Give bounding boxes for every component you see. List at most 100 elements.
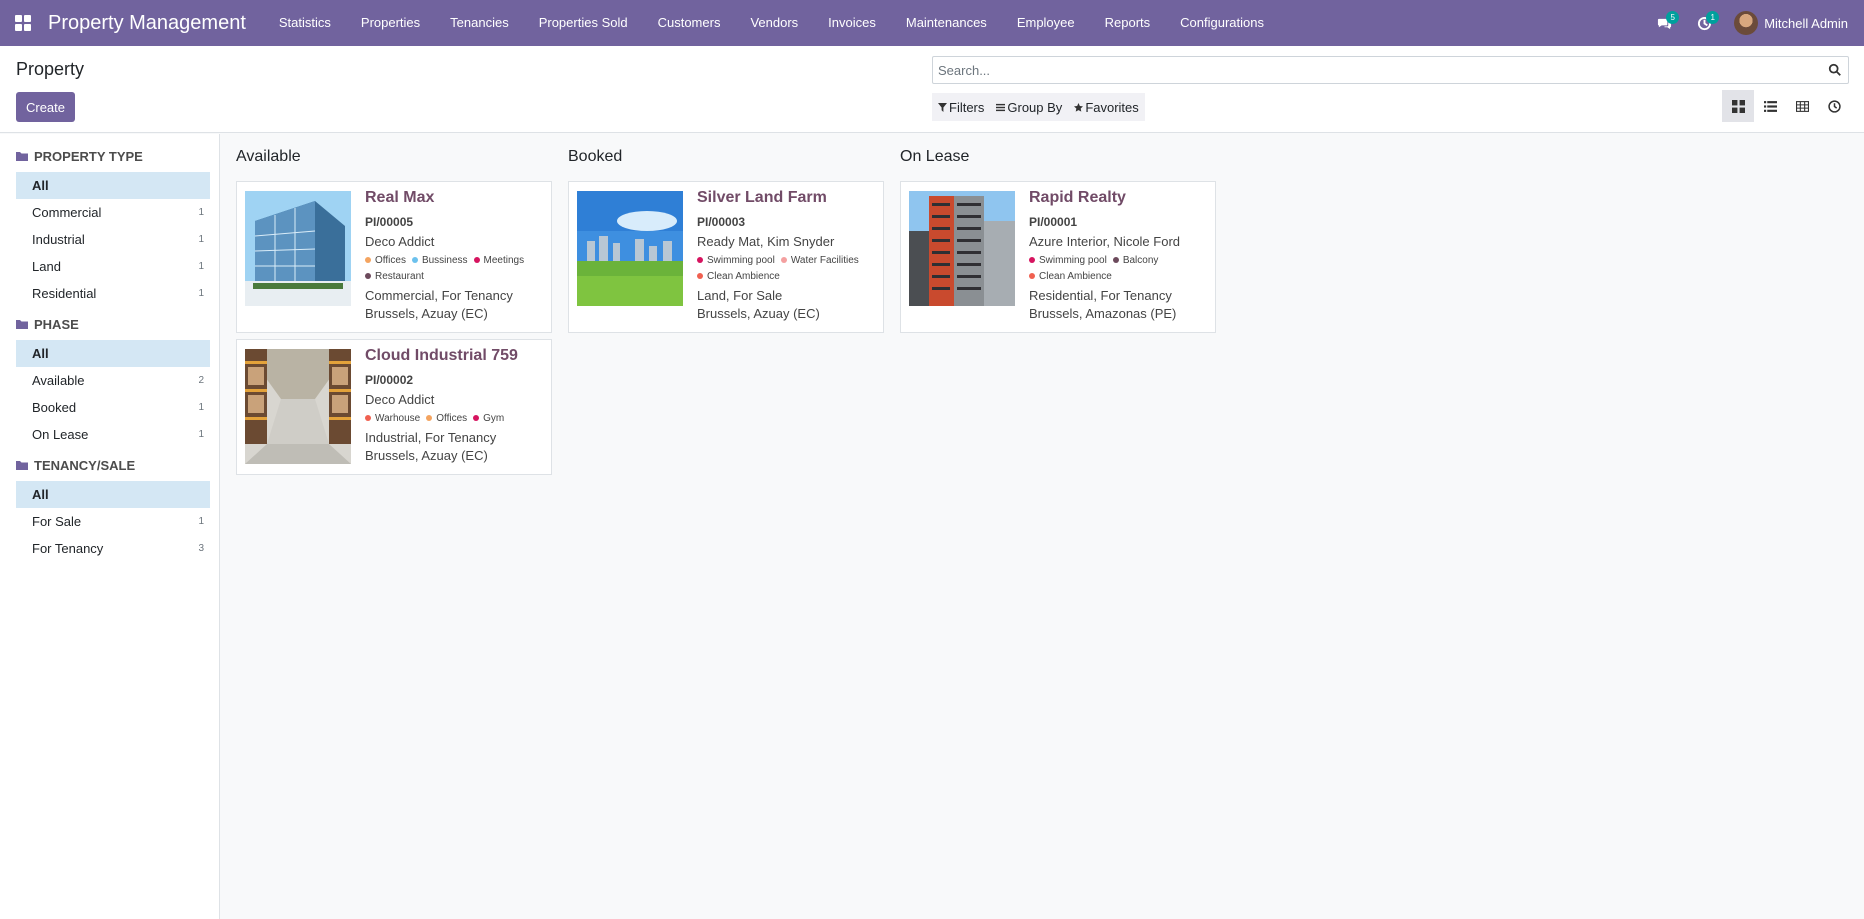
pivot-view-button[interactable] xyxy=(1786,90,1818,122)
menu-item-reports[interactable]: Reports xyxy=(1090,0,1166,46)
property-location: Brussels, Azuay (EC) xyxy=(365,448,488,463)
property-image xyxy=(909,191,1015,306)
tag-label: Clean Ambience xyxy=(707,270,780,282)
filters-button[interactable]: Filters xyxy=(932,93,990,121)
menu-item-vendors[interactable]: Vendors xyxy=(735,0,813,46)
property-card[interactable]: Silver Land Farm PI/00003 Ready Mat, Kim… xyxy=(568,181,884,333)
property-location: Brussels, Amazonas (PE) xyxy=(1029,306,1177,321)
menu-item-invoices[interactable]: Invoices xyxy=(813,0,891,46)
folder-icon xyxy=(16,461,28,470)
menu-item-statistics[interactable]: Statistics xyxy=(264,0,346,46)
search-panel: PROPERTY TYPE All Commercial 1 Industrial… xyxy=(0,134,220,919)
property-card[interactable]: Real Max PI/00005 Deco Addict Offices Bu… xyxy=(236,181,552,333)
tag-list: Warhouse Offices Gym xyxy=(365,410,545,426)
tag-label: Bussiness xyxy=(421,254,468,266)
menu-item-properties-sold[interactable]: Properties Sold xyxy=(524,0,643,46)
tag-label: Restaurant xyxy=(375,270,424,282)
app-title[interactable]: Property Management xyxy=(48,12,246,35)
tag-label: Offices xyxy=(375,254,406,266)
property-image xyxy=(245,191,351,306)
property-image xyxy=(577,191,683,306)
section-title: TENANCY/SALE xyxy=(0,456,219,475)
menu-item-maintenances[interactable]: Maintenances xyxy=(891,0,1002,46)
filter-count: 3 xyxy=(198,543,204,554)
filter-type-commercial[interactable]: Commercial 1 xyxy=(16,199,210,226)
user-menu[interactable]: Mitchell Admin xyxy=(1734,11,1848,35)
tag-list: Swimming pool Balcony Clean Ambience xyxy=(1029,252,1209,284)
card-body: Cloud Industrial 759 PI/00002 Deco Addic… xyxy=(365,340,551,474)
filter-label: On Lease xyxy=(32,427,89,442)
filter-phase-on-lease[interactable]: On Lease 1 xyxy=(16,421,210,448)
tag: Bussiness xyxy=(411,252,468,268)
list-view-button[interactable] xyxy=(1754,90,1786,122)
property-card[interactable]: Cloud Industrial 759 PI/00002 Deco Addic… xyxy=(236,339,552,475)
property-owner: Deco Addict xyxy=(365,392,435,407)
tag-dot xyxy=(365,415,371,421)
property-card[interactable]: Rapid Realty PI/00001 Azure Interior, Ni… xyxy=(900,181,1216,333)
card-body: Real Max PI/00005 Deco Addict Offices Bu… xyxy=(365,182,551,332)
filter-count: 1 xyxy=(198,234,204,245)
filter-label: For Sale xyxy=(32,514,82,529)
messaging-button[interactable]: 5 xyxy=(1644,0,1684,46)
section-title-label: PROPERTY TYPE xyxy=(34,149,143,164)
group-by-label: Group By xyxy=(1007,99,1063,115)
filter-phase-all[interactable]: All xyxy=(16,340,210,367)
menu-item-configurations[interactable]: Configurations xyxy=(1165,0,1279,46)
control-panel: Property Create Filters Group By Favorit… xyxy=(0,46,1864,133)
apps-grid-icon xyxy=(15,15,31,31)
tag: Gym xyxy=(473,410,504,426)
filter-type-all[interactable]: All xyxy=(16,172,210,199)
filter-type-residential[interactable]: Residential 1 xyxy=(16,280,210,307)
filter-phase-available[interactable]: Available 2 xyxy=(16,367,210,394)
tag: Warhouse xyxy=(365,410,420,426)
tag-dot xyxy=(473,257,480,263)
messages-badge: 5 xyxy=(1666,11,1680,24)
tag: Balcony xyxy=(1112,252,1158,268)
apps-menu-button[interactable] xyxy=(0,0,46,46)
filter-label: All xyxy=(32,346,49,361)
filter-sale-all[interactable]: All xyxy=(16,481,210,508)
column-title: On Lease xyxy=(900,148,970,165)
tag: Offices xyxy=(365,252,406,268)
property-name: Silver Land Farm xyxy=(697,189,827,206)
create-button[interactable]: Create xyxy=(16,92,75,122)
filter-count: 1 xyxy=(198,402,204,413)
menu-item-employee[interactable]: Employee xyxy=(1002,0,1090,46)
tag-dot xyxy=(1029,257,1035,263)
activities-button[interactable]: 1 xyxy=(1684,0,1724,46)
folder-icon xyxy=(16,320,28,329)
filter-type-land[interactable]: Land 1 xyxy=(16,253,210,280)
favorites-button[interactable]: Favorites xyxy=(1068,93,1144,121)
filter-type-industrial[interactable]: Industrial 1 xyxy=(16,226,210,253)
section-title-label: TENANCY/SALE xyxy=(34,458,136,473)
menu-item-properties[interactable]: Properties xyxy=(346,0,435,46)
menu-item-tenancies[interactable]: Tenancies xyxy=(435,0,524,46)
filter-count: 1 xyxy=(198,516,204,527)
systray: 5 1 Mitchell Admin xyxy=(1644,0,1864,46)
kanban-icon xyxy=(1731,99,1745,113)
property-owner: Azure Interior, Nicole Ford xyxy=(1029,234,1181,249)
filter-phase-booked[interactable]: Booked 1 xyxy=(16,394,210,421)
tag-dot xyxy=(1112,257,1119,263)
kanban-view-button[interactable] xyxy=(1722,90,1754,122)
property-location: Brussels, Azuay (EC) xyxy=(697,306,820,321)
tag-dot xyxy=(426,415,433,421)
tag-label: Warhouse xyxy=(375,412,421,424)
property-type-line: Residential, For Tenancy xyxy=(1029,288,1172,303)
tag: Water Facilities xyxy=(780,252,859,268)
filter-for-tenancy[interactable]: For Tenancy 3 xyxy=(16,535,210,562)
bars-icon xyxy=(996,103,1006,111)
tag: Swimming pool xyxy=(1029,252,1107,268)
filter-count: 2 xyxy=(198,375,204,386)
filter-for-sale[interactable]: For Sale 1 xyxy=(16,508,210,535)
tag-dot xyxy=(697,257,703,263)
menu-item-customers[interactable]: Customers xyxy=(643,0,736,46)
search-options: Filters Group By Favorites xyxy=(932,93,1145,121)
property-name: Rapid Realty xyxy=(1029,189,1126,206)
search-icon[interactable] xyxy=(1828,63,1842,77)
search-input[interactable] xyxy=(933,57,1813,83)
tag-dot xyxy=(1029,273,1035,279)
activity-view-button[interactable] xyxy=(1818,90,1850,122)
group-by-button[interactable]: Group By xyxy=(990,93,1068,121)
star-icon xyxy=(1074,102,1084,112)
